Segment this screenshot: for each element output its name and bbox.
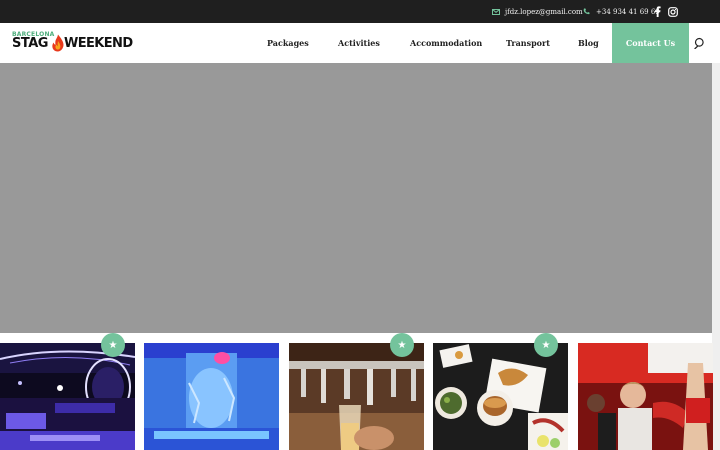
nav-accommodation[interactable]: Accommodation	[410, 23, 482, 63]
nav-blog[interactable]: Blog	[578, 23, 599, 63]
mail-icon	[492, 0, 500, 23]
activity-card[interactable]	[578, 343, 713, 450]
site-logo[interactable]: BARCELONA STAG WEEKEND	[12, 31, 133, 57]
main-header: BARCELONA STAG WEEKEND Packages Activiti…	[0, 23, 720, 63]
instagram-icon[interactable]	[668, 0, 678, 23]
phone-link[interactable]: +34 934 41 69 69	[596, 0, 660, 23]
activity-card[interactable]	[289, 343, 424, 450]
activity-card[interactable]	[144, 343, 279, 450]
featured-star-badge: ★	[534, 333, 558, 357]
activity-card[interactable]	[0, 343, 135, 450]
contact-us-button[interactable]: Contact Us	[612, 23, 689, 63]
facebook-icon[interactable]	[654, 0, 661, 23]
nav-packages[interactable]: Packages	[267, 23, 309, 63]
nav-transport[interactable]: Transport	[506, 23, 550, 63]
party-show-photo	[578, 343, 713, 450]
beer-taps-photo	[289, 343, 424, 450]
flame-icon	[52, 34, 64, 52]
phone-icon	[583, 0, 590, 23]
restaurant-food-photo	[433, 343, 568, 450]
scrollbar[interactable]	[712, 63, 720, 450]
ice-bar-photo	[144, 343, 279, 450]
activity-card[interactable]	[433, 343, 568, 450]
logo-part-stag: STAG	[12, 36, 48, 51]
nav-activities[interactable]: Activities	[338, 23, 380, 63]
email-link[interactable]: jfdz.lopez@gmail.com	[505, 0, 583, 23]
hero-banner	[0, 63, 712, 333]
nightclub-photo	[0, 343, 135, 450]
logo-part-weekend: WEEKEND	[64, 36, 133, 51]
top-bar: jfdz.lopez@gmail.com +34 934 41 69 69	[0, 0, 720, 23]
search-icon[interactable]	[694, 37, 706, 49]
featured-star-badge: ★	[101, 333, 125, 357]
featured-star-badge: ★	[390, 333, 414, 357]
